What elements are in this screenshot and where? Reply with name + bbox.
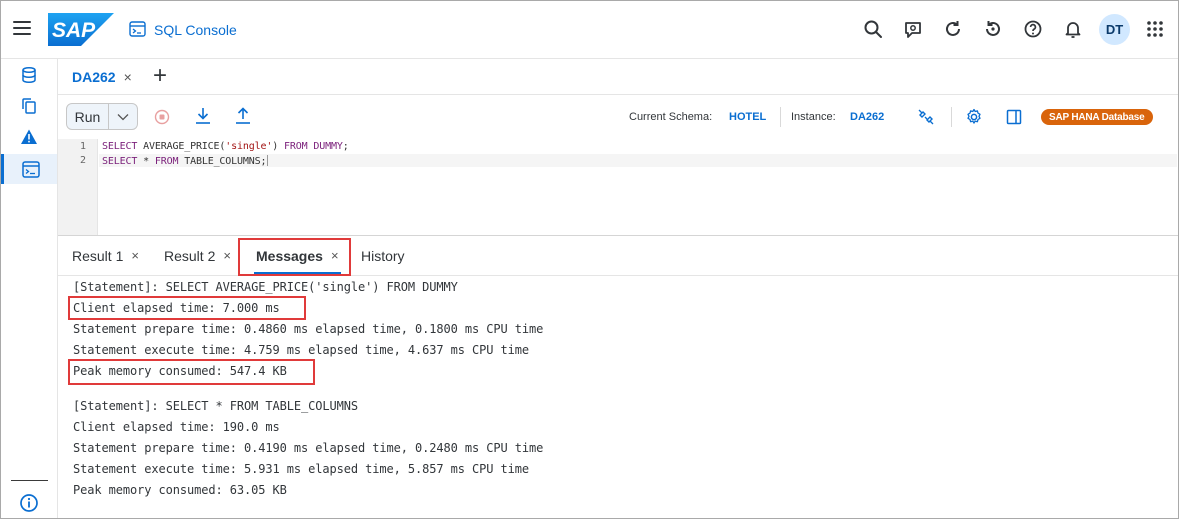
message-line: Statement execute time: 4.759 ms elapsed… xyxy=(73,343,529,357)
database-explorer-icon[interactable] xyxy=(1,60,57,90)
shell-header: SAP SQL Console DT xyxy=(1,1,1178,59)
instance-link[interactable]: DA262 xyxy=(850,111,884,123)
add-tab-button[interactable]: + xyxy=(153,63,167,89)
message-line: Peak memory consumed: 63.05 KB xyxy=(73,483,287,497)
copy-icon[interactable] xyxy=(1,91,57,121)
feedback-icon[interactable] xyxy=(902,18,924,40)
toolbar-divider xyxy=(780,107,781,127)
refresh-icon[interactable] xyxy=(942,18,964,40)
tab-label: Result 2 xyxy=(164,247,216,264)
text-cursor xyxy=(267,155,269,166)
info-icon[interactable] xyxy=(19,493,39,513)
upload-icon[interactable] xyxy=(235,107,251,125)
instance-label: Instance: xyxy=(791,111,836,123)
editor-tab-bar: DA262 × + xyxy=(58,59,1178,95)
line-number: 2 xyxy=(79,155,86,166)
svg-text:SAP: SAP xyxy=(52,19,96,42)
sidebar-divider xyxy=(11,480,48,481)
history-icon[interactable] xyxy=(982,18,1004,40)
messages-panel: [Statement]: SELECT AVERAGE_PRICE('singl… xyxy=(58,277,1178,518)
notifications-icon[interactable] xyxy=(1062,18,1084,40)
run-button-group: Run xyxy=(66,103,138,130)
sql-console-icon xyxy=(129,21,146,37)
current-schema-link[interactable]: HOTEL xyxy=(729,111,766,123)
side-panel-icon[interactable] xyxy=(1006,109,1022,125)
code-line-1: SELECT AVERAGE_PRICE('single') FROM DUMM… xyxy=(102,141,349,152)
editor-tab-da262[interactable]: DA262 × xyxy=(58,59,146,95)
chevron-down-icon[interactable] xyxy=(109,104,137,129)
left-sidebar xyxy=(1,59,58,518)
apps-grid-icon[interactable] xyxy=(1144,18,1166,40)
sql-console-nav-icon[interactable] xyxy=(1,154,57,184)
tab-label: Result 1 xyxy=(72,247,124,264)
sap-logo[interactable]: SAP xyxy=(48,13,114,51)
database-type-badge: SAP HANA Database xyxy=(1041,109,1153,125)
warning-icon[interactable] xyxy=(1,122,57,152)
message-line: Client elapsed time: 190.0 ms xyxy=(73,420,280,434)
user-avatar[interactable]: DT xyxy=(1099,14,1130,45)
help-icon[interactable] xyxy=(1022,18,1044,40)
message-line: [Statement]: SELECT * FROM TABLE_COLUMNS xyxy=(73,399,358,413)
highlight-box xyxy=(68,359,315,385)
editor-toolbar: Run Current Schema: HOTEL Instance: DA26… xyxy=(58,95,1178,139)
line-number: 1 xyxy=(79,141,86,152)
result-tab-bar: Result 1 × Result 2 × Messages × History xyxy=(58,236,1178,276)
tab-history[interactable]: History xyxy=(361,236,405,275)
highlight-box xyxy=(238,238,351,276)
sql-editor[interactable]: 1 2 SELECT AVERAGE_PRICE('single') FROM … xyxy=(58,139,1178,236)
line-gutter: 1 2 xyxy=(58,139,98,235)
app-window: SAP SQL Console DT DA262 × + Run Current… xyxy=(0,0,1179,519)
tab-result-1[interactable]: Result 1 × xyxy=(72,236,139,275)
message-line: Statement prepare time: 0.4860 ms elapse… xyxy=(73,322,544,336)
message-line: [Statement]: SELECT AVERAGE_PRICE('singl… xyxy=(73,280,458,294)
close-icon[interactable]: × xyxy=(124,69,132,85)
tab-result-2[interactable]: Result 2 × xyxy=(164,236,231,275)
settings-icon[interactable] xyxy=(965,108,983,126)
close-icon[interactable]: × xyxy=(223,248,231,263)
app-title[interactable]: SQL Console xyxy=(154,22,237,38)
run-button[interactable]: Run xyxy=(67,104,109,129)
download-icon[interactable] xyxy=(195,107,211,125)
tab-label: History xyxy=(361,247,405,264)
menu-icon[interactable] xyxy=(13,21,31,37)
current-schema-label: Current Schema: xyxy=(629,111,713,123)
editor-tab-label: DA262 xyxy=(72,69,116,85)
message-line: Statement prepare time: 0.4190 ms elapse… xyxy=(73,441,544,455)
close-icon[interactable]: × xyxy=(131,248,139,263)
disconnect-icon[interactable] xyxy=(917,108,935,126)
toolbar-divider xyxy=(951,107,952,127)
message-line: Statement execute time: 5.931 ms elapsed… xyxy=(73,462,529,476)
highlight-box xyxy=(68,296,306,320)
search-icon[interactable] xyxy=(862,18,884,40)
stop-icon[interactable] xyxy=(154,109,170,125)
code-line-2: SELECT * FROM TABLE_COLUMNS; xyxy=(102,155,269,167)
